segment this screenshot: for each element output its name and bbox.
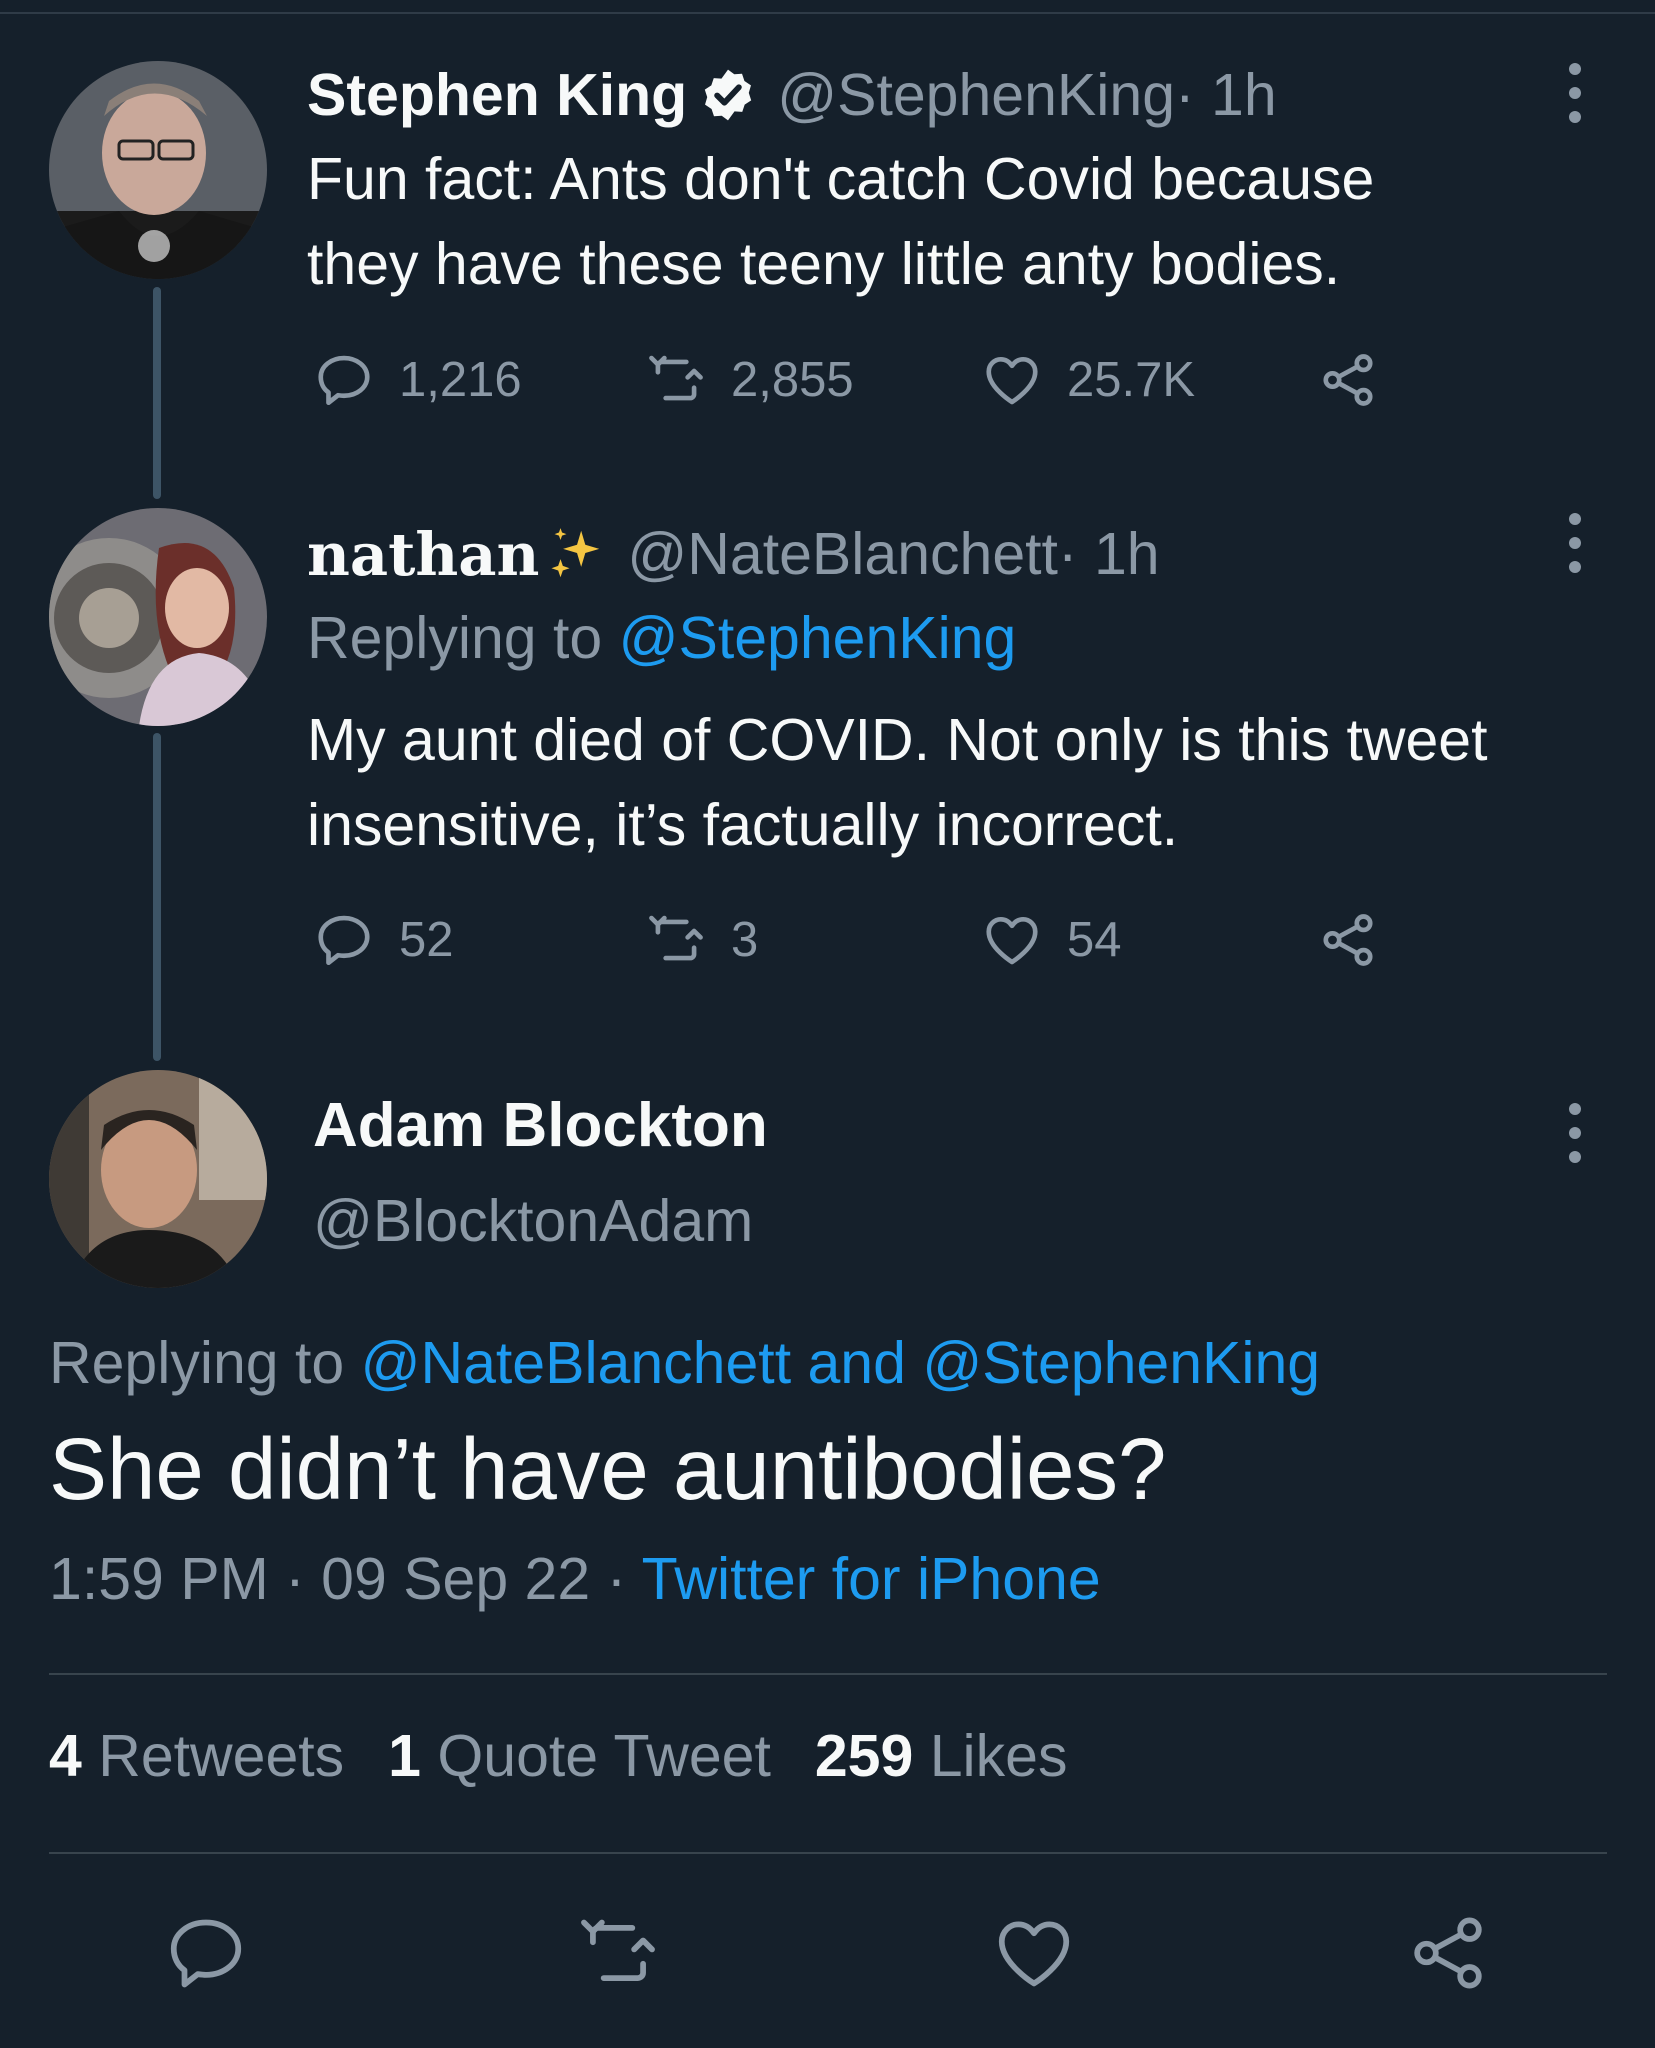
tweet-meta: 1:59 PM · 09 Sep 22 · Twitter for iPhone (49, 1545, 1101, 1613)
tweet-actions: 52 3 54 (307, 900, 1407, 980)
author-name[interactable]: nathan (307, 520, 539, 589)
like-button[interactable]: 54 (981, 900, 1122, 980)
speech-bubble-icon (318, 915, 370, 966)
tweet-text-line: insensitive, it’s factually incorrect. (307, 792, 1179, 858)
tweet-text: My aunt died of COVID. Not only is this … (307, 698, 1627, 868)
avatar-stephen-king[interactable] (49, 61, 267, 279)
more-dots-icon[interactable] (1564, 1103, 1586, 1163)
tweet-time[interactable]: · 1h (1175, 61, 1277, 129)
share-icon (1323, 914, 1373, 966)
tweet-source-link[interactable]: Twitter for iPhone (642, 1546, 1101, 1612)
speech-bubble-icon[interactable] (163, 1910, 249, 1996)
retweet-icon[interactable] (575, 1910, 661, 1996)
author-handle[interactable]: @StephenKing (777, 61, 1175, 129)
separator: · (268, 1546, 322, 1612)
likes-stat[interactable]: 259 Likes (815, 1723, 1068, 1789)
tweet-text-line: Fun fact: Ants don't catch Covid because (307, 146, 1375, 212)
author-handle[interactable]: @NateBlanchett (627, 520, 1058, 588)
tweet-actions: 1,216 2,855 25.7K (307, 340, 1407, 420)
author-name[interactable]: Stephen King (307, 61, 687, 129)
tweet-text-line: they have these teeny little anty bodies… (307, 231, 1341, 297)
likes-count: 259 (814, 1723, 914, 1789)
separator: · (590, 1546, 642, 1612)
author-handle[interactable]: @BlocktonAdam (313, 1187, 753, 1255)
more-dots-icon[interactable] (1564, 513, 1586, 573)
retweet-button[interactable]: 3 (645, 900, 758, 980)
reply-button[interactable]: 1,216 (313, 340, 522, 420)
top-divider (0, 12, 1655, 14)
like-count: 54 (1067, 913, 1122, 967)
share-button[interactable] (1317, 340, 1403, 420)
tweet-header: nathan @NateBlanchett · 1h (307, 514, 1160, 594)
main-tweet-text: She didn’t have auntibodies? (49, 1421, 1167, 1518)
speech-bubble-icon (318, 355, 370, 406)
heart-icon (986, 917, 1038, 965)
retweets-stat[interactable]: 4 Retweets (49, 1723, 344, 1789)
retweets-count: 4 (49, 1723, 82, 1789)
thread-line (153, 287, 161, 499)
quotes-label: Quote Tweet (421, 1723, 771, 1789)
thread-line (153, 733, 161, 1061)
avatar-nathan[interactable] (49, 508, 267, 726)
avatar-adam-blockton[interactable] (49, 1070, 267, 1288)
like-count: 25.7K (1067, 353, 1196, 407)
retweet-button[interactable]: 2,855 (645, 340, 854, 420)
more-dots-icon[interactable] (1564, 63, 1586, 123)
heart-icon (986, 357, 1038, 405)
tweet-text-line: My aunt died of COVID. Not only is this … (307, 707, 1488, 773)
tweet-time[interactable]: · 1h (1058, 520, 1160, 588)
likes-label: Likes (913, 1723, 1068, 1789)
retweet-count: 3 (731, 913, 759, 967)
heart-icon[interactable] (991, 1910, 1077, 1996)
author-name[interactable]: Adam Blockton (313, 1090, 768, 1161)
like-button[interactable]: 25.7K (981, 340, 1195, 420)
replying-label: Replying to (307, 605, 619, 671)
retweet-icon (649, 355, 703, 401)
tweet-date[interactable]: 09 Sep 22 (321, 1546, 590, 1612)
retweet-icon (649, 915, 703, 961)
reply-count: 1,216 (399, 353, 522, 407)
verified-badge-icon (705, 69, 752, 121)
retweet-count: 2,855 (731, 353, 854, 407)
replying-to-link[interactable]: @StephenKing (619, 605, 1017, 671)
tweet-text: Fun fact: Ants don't catch Covid because… (307, 137, 1627, 307)
replying-to: Replying to @StephenKing (307, 604, 1016, 672)
engagement-stats: 4 Retweets 1 Quote Tweet 259 Likes (49, 1722, 1111, 1790)
quotes-stat[interactable]: 1 Quote Tweet (388, 1723, 771, 1789)
replying-to: Replying to @NateBlanchett and @StephenK… (49, 1329, 1320, 1397)
share-button[interactable] (1317, 900, 1403, 980)
sparkles-emoji-icon (551, 528, 600, 578)
divider (49, 1673, 1607, 1675)
reply-count: 52 (399, 913, 454, 967)
reply-button[interactable]: 52 (313, 900, 454, 980)
replying-label: Replying to (49, 1330, 361, 1396)
share-icon[interactable] (1405, 1910, 1491, 1996)
tweet-time[interactable]: 1:59 PM (49, 1546, 269, 1612)
quotes-count: 1 (388, 1723, 421, 1789)
retweets-label: Retweets (81, 1723, 345, 1789)
divider (49, 1852, 1607, 1854)
share-icon (1323, 354, 1373, 406)
tweet-header: Stephen King @StephenKing · 1h (307, 55, 1277, 135)
replying-to-link[interactable]: @NateBlanchett and @StephenKing (361, 1330, 1321, 1396)
